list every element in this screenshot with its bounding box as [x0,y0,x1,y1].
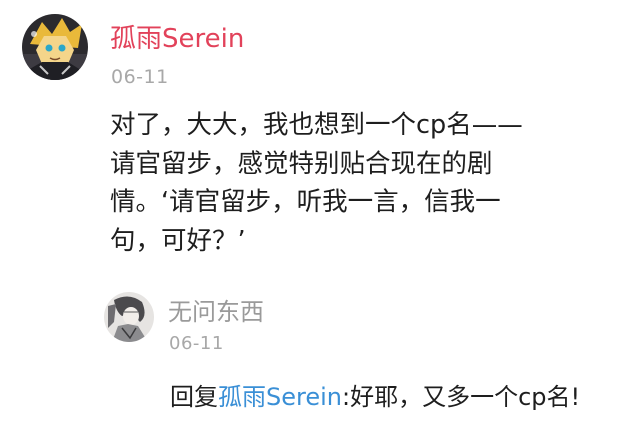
anime-avatar-icon [22,14,88,80]
comment-line: 句，可好？’ [110,225,246,256]
reply-prefix: 回复 [170,383,218,411]
commenter-username[interactable]: 孤雨Serein [110,22,244,56]
comment-line: 对了，大大，我也想到一个cp名—— [110,110,523,140]
replier-avatar[interactable] [104,292,154,342]
reply-date: 06-11 [169,333,224,354]
mention-link[interactable]: 孤雨Serein [218,383,342,411]
comment-date: 06-11 [111,66,169,88]
illustrated-figure-avatar-icon [104,292,154,342]
replier-username[interactable]: 无问东西 [168,296,264,328]
comment-line: 请官留步，感觉特别贴合现在的剧 [110,148,493,179]
reply-message: 好耶，又多一个cp名! [350,383,581,411]
comment-line: 情。‘请官留步，听我一言，信我一 [110,187,501,217]
reply-text: 回复孤雨Serein:好耶，又多一个cp名! [170,380,580,414]
commenter-avatar[interactable] [22,14,88,80]
comment-text: 对了，大大，我也想到一个cp名—— 请官留步，感觉特别贴合现在的剧 情。‘请官留… [110,106,610,260]
reply-separator: : [341,383,351,411]
